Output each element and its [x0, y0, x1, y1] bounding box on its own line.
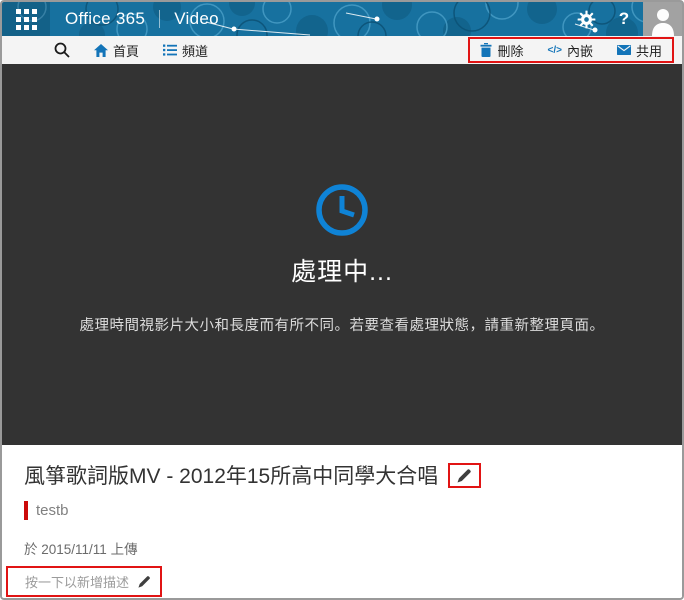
embed-label: 內嵌 — [566, 43, 593, 59]
pencil-icon — [457, 468, 472, 482]
nav-channels-label: 頻道 — [182, 43, 209, 59]
embed-code-icon: </> — [547, 44, 562, 56]
brand-divider — [159, 10, 161, 28]
clock-icon — [313, 181, 371, 244]
add-description-label: 按一下以新增描述 — [25, 575, 130, 590]
edit-title-button[interactable] — [448, 462, 482, 488]
upload-date-text: 於 2015/11/11 上傳 — [24, 542, 138, 557]
share-button[interactable]: 共用 — [616, 41, 662, 60]
embed-button[interactable]: </> 內嵌 — [548, 41, 593, 60]
annotation-mark — [24, 501, 28, 520]
processing-status-title: 處理中... — [291, 258, 393, 286]
processing-status-message: 處理時間視影片大小和長度而有所不同。若要查看處理狀態，請重新整理頁面。 — [79, 318, 605, 334]
trash-icon — [480, 43, 492, 57]
settings-button[interactable] — [567, 2, 605, 36]
person-icon — [651, 9, 674, 36]
suite-bar: Office 365 Video ? — [2, 2, 682, 36]
app-launcher-button[interactable] — [2, 2, 50, 36]
nav-channels[interactable]: 頻道 — [163, 41, 208, 60]
account-avatar[interactable] — [643, 2, 682, 36]
delete-button[interactable]: 刪除 — [480, 41, 524, 60]
channels-list-icon — [163, 44, 178, 56]
waffle-icon — [15, 8, 37, 30]
pencil-icon — [138, 576, 150, 588]
help-button[interactable]: ? — [605, 2, 643, 36]
delete-label: 刪除 — [497, 43, 524, 59]
nav-home[interactable]: 首頁 — [94, 41, 139, 60]
envelope-icon — [616, 45, 631, 55]
video-info-panel: 風箏歌詞版MV - 2012年15所高中同學大合唱 testb 於 2015/1… — [2, 460, 682, 597]
uploader-row: testb — [24, 501, 682, 520]
search-icon — [54, 42, 70, 58]
suite-right-controls: ? — [567, 2, 682, 36]
processing-stage: 處理中... 處理時間視影片大小和長度而有所不同。若要查看處理狀態，請重新整理頁… — [2, 64, 682, 445]
video-title-row: 風箏歌詞版MV - 2012年15所高中同學大合唱 — [24, 460, 682, 490]
app-title-video[interactable]: Video — [174, 9, 219, 29]
uploader-name[interactable]: testb — [36, 502, 69, 519]
nav-home-label: 首頁 — [113, 43, 140, 59]
gear-icon — [577, 10, 595, 28]
video-title: 風箏歌詞版MV - 2012年15所高中同學大合唱 — [24, 465, 439, 488]
command-toolbar: 首頁 頻道 刪除 </> 內嵌 共用 — [2, 36, 682, 64]
add-description-button[interactable]: 按一下以新增描述 — [6, 566, 163, 597]
app-window: Office 365 Video ? 首頁 頻道 刪除 </> 內嵌 共用 處理… — [0, 0, 684, 600]
home-icon — [94, 43, 108, 57]
annotation-box-actions: 刪除 </> 內嵌 共用 — [468, 37, 674, 63]
share-label: 共用 — [635, 43, 662, 59]
help-icon: ? — [618, 9, 630, 28]
brand-office365[interactable]: Office 365 — [65, 9, 145, 29]
search-button[interactable] — [54, 42, 70, 58]
